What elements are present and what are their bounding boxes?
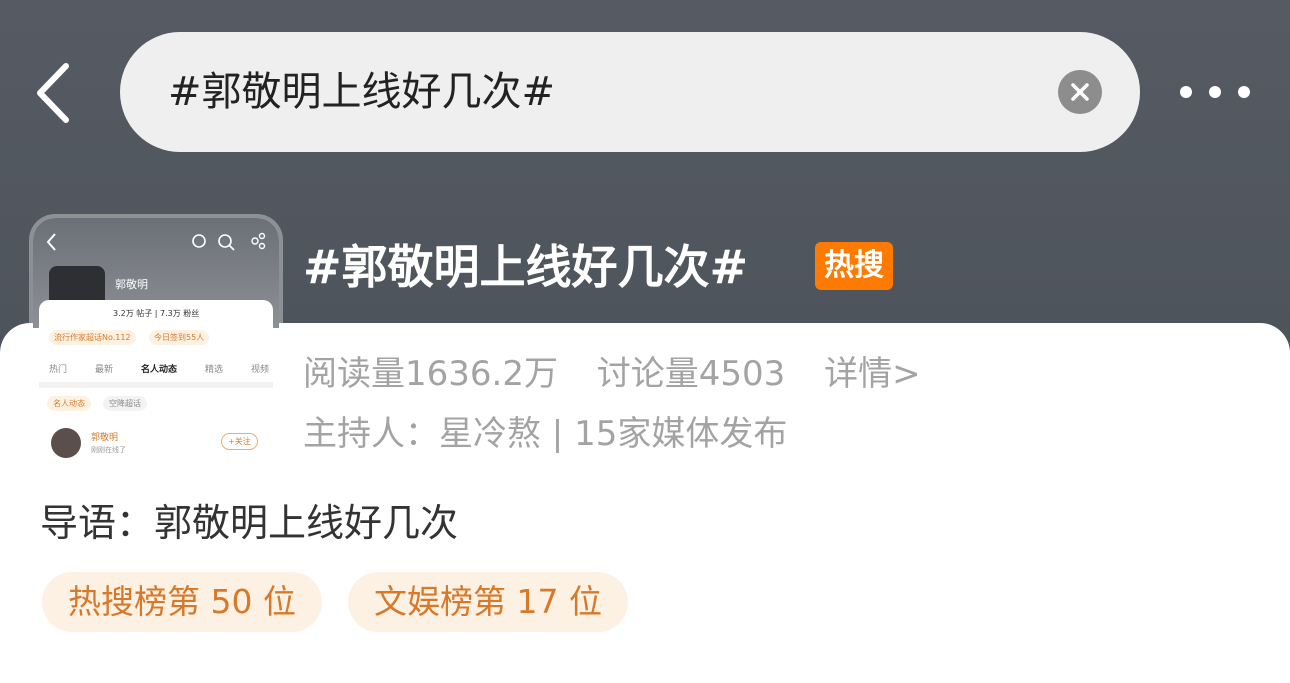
- thumbnail-filter-chip: 空降超话: [103, 396, 147, 411]
- search-input[interactable]: #郭敬明上线好几次#: [168, 32, 555, 152]
- hot-rank-tag[interactable]: 热搜榜第 50 位: [42, 572, 322, 632]
- host-line: 主持人：星冷熬 | 15家媒体发布: [303, 414, 788, 454]
- discuss-count: 讨论量4503: [596, 354, 786, 394]
- thumbnail-user-status: 刚刚在线了: [91, 446, 126, 454]
- top-bar: #郭敬明上线好几次#: [0, 0, 1290, 190]
- thumbnail-body: 3.2万 帖子 | 7.3万 粉丝 流行作家超话No.112 今日签到55人 热…: [39, 300, 273, 460]
- back-icon[interactable]: [30, 58, 80, 128]
- thumbnail-follow-button: +关注: [221, 433, 258, 450]
- thumbnail-chip: 流行作家超话No.112: [49, 330, 136, 345]
- thumbnail-user-name: 郭敬明: [91, 433, 119, 443]
- thumbnail-user-avatar: [51, 428, 81, 458]
- divider: [39, 382, 273, 388]
- read-count: 阅读量1636.2万: [303, 354, 558, 394]
- hot-search-badge: 热搜: [815, 242, 893, 290]
- detail-link[interactable]: 详情>: [824, 354, 921, 394]
- thumbnail-toolbar-icons: [46, 232, 266, 251]
- search-bar[interactable]: #郭敬明上线好几次#: [120, 32, 1140, 152]
- topic-title: #郭敬明上线好几次#: [303, 240, 749, 294]
- thumbnail-tab: 热门: [49, 365, 68, 375]
- more-icon[interactable]: [1180, 80, 1250, 104]
- clear-icon[interactable]: [1058, 70, 1102, 114]
- thumbnail-filter-chip: 名人动态: [47, 396, 91, 411]
- topic-stats: 阅读量1636.2万 讨论量4503 详情>: [303, 350, 949, 398]
- topic-intro: 导语：郭敬明上线好几次: [40, 501, 459, 545]
- thumbnail-tabs: 热门 最新 名人动态 精选 视频: [49, 362, 269, 375]
- thumbnail-stats: 3.2万 帖子 | 7.3万 粉丝: [113, 309, 200, 318]
- entertainment-rank-tag[interactable]: 文娱榜第 17 位: [348, 572, 628, 632]
- thumbnail-chip: 今日签到55人: [149, 330, 210, 345]
- thumbnail-tab: 精选: [204, 365, 223, 375]
- thumbnail-tab: 最新: [94, 365, 113, 375]
- topic-thumbnail[interactable]: 郭敬明 3.2万 帖子 | 7.3万 粉丝 流行作家超话No.112 今日签到5…: [33, 218, 279, 462]
- thumbnail-tab: 名人动态: [140, 365, 177, 375]
- thumbnail-name: 郭敬明: [115, 278, 148, 291]
- thumbnail-tab: 视频: [250, 365, 269, 375]
